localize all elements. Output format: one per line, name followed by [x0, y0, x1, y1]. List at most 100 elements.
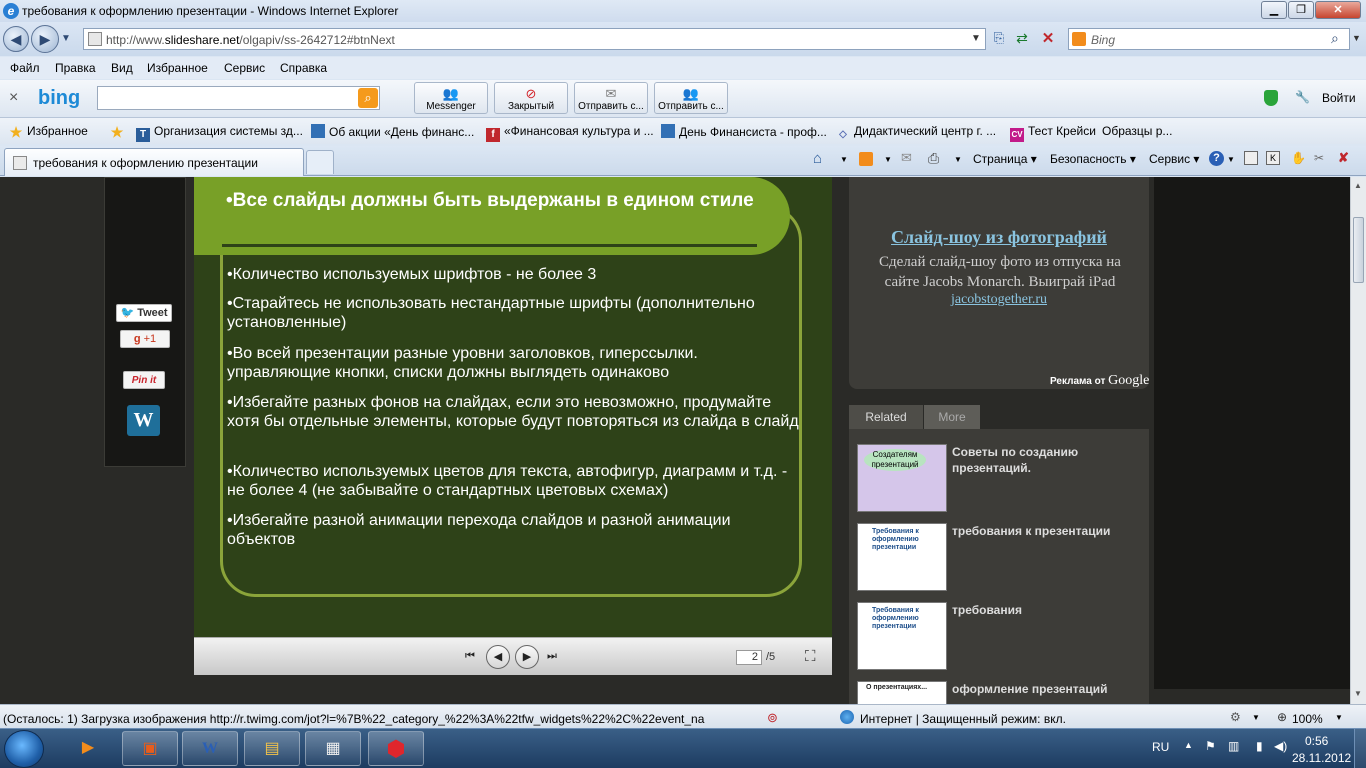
search-options-icon[interactable]: ▼ [1352, 33, 1361, 43]
fullscreen-icon[interactable]: ⛶ [805, 648, 816, 665]
toolbar-send-mail-button[interactable]: ✉ Отправить с... [574, 82, 648, 114]
media-player-icon[interactable]: ▶ [60, 731, 116, 766]
tweet-button[interactable]: 🐦 Tweet [116, 304, 172, 322]
ad-url-link[interactable]: jacobstogether.ru [849, 292, 1149, 308]
action-center-flag-icon[interactable]: ⚑ [1205, 739, 1216, 753]
home-icon[interactable]: ⌂ [813, 150, 822, 167]
home-dropdown-icon[interactable]: ▼ [840, 155, 848, 164]
shield-icon[interactable] [1264, 90, 1278, 106]
scroll-up-icon[interactable]: ▲ [1354, 181, 1362, 190]
address-bar[interactable]: http://www.slideshare.net/olgapiv/ss-264… [83, 28, 986, 50]
related-item[interactable]: Создателям презентаций Советы по создани… [857, 444, 1147, 514]
scroll-down-icon[interactable]: ▼ [1354, 689, 1362, 698]
forward-button[interactable]: ▶ [31, 25, 59, 53]
toolbar-messenger-button[interactable]: 👥 Messenger [414, 82, 488, 114]
search-icon[interactable]: ⌕ [1331, 30, 1339, 47]
menu-file[interactable]: Файл [10, 61, 40, 75]
word-icon[interactable]: W [182, 731, 238, 766]
scroll-thumb[interactable] [1353, 217, 1364, 283]
privacy-icon[interactable]: ⊚ [767, 710, 778, 726]
rss-icon[interactable] [859, 152, 873, 166]
tools-addon-icon[interactable]: ✂ [1314, 151, 1324, 165]
opera-icon[interactable]: ⬢ [368, 731, 424, 766]
stop-icon[interactable]: ✕ [1039, 29, 1057, 47]
menu-view[interactable]: Вид [111, 61, 133, 75]
history-dropdown-icon[interactable]: ▼ [61, 33, 71, 44]
rss-dropdown-icon[interactable]: ▼ [884, 155, 892, 164]
hand-addon-icon[interactable]: ✋ [1291, 151, 1306, 165]
start-button[interactable] [4, 730, 44, 768]
menu-edit[interactable]: Правка [55, 61, 96, 75]
menu-tools[interactable]: Сервис [224, 61, 265, 75]
clock-time[interactable]: 0:56 [1305, 734, 1328, 748]
toolbar-send-messenger-button[interactable]: 👥 Отправить с... [654, 82, 728, 114]
first-slide-icon[interactable]: ⏮ [465, 650, 475, 663]
favorite-link-2[interactable]: Об акции «День финанс... [311, 124, 474, 139]
menu-favorites[interactable]: Избранное [147, 61, 208, 75]
tab-active[interactable]: требования к оформлению презентации [4, 148, 304, 176]
minimize-button[interactable]: ▁ [1261, 1, 1287, 19]
close-toolbar-icon[interactable]: × [9, 89, 18, 107]
slide-page-input[interactable]: 2 [736, 650, 762, 665]
vertical-scrollbar[interactable]: ▲ ▼ [1350, 177, 1366, 704]
bing-search-button[interactable]: ⌕ [358, 88, 378, 108]
favorite-link-1[interactable]: T Организация системы зд... [136, 124, 303, 142]
zoom-dropdown-icon[interactable]: ▼ [1335, 713, 1343, 722]
favorite-link-7[interactable]: Образцы р... [1102, 124, 1172, 138]
protected-dropdown-icon[interactable]: ▼ [1252, 713, 1260, 722]
last-slide-icon[interactable]: ⏭ [547, 650, 557, 663]
clock-date[interactable]: 28.11.2012 [1292, 751, 1351, 765]
maximize-button[interactable]: ❐ [1288, 1, 1314, 19]
pinit-button[interactable]: Pin it [123, 371, 165, 389]
print-icon[interactable]: ⎙ [928, 150, 939, 167]
address-dropdown-icon[interactable]: ▼ [971, 33, 981, 44]
favorite-link-5[interactable]: ◇ Дидактический центр г. ... [836, 124, 996, 142]
page-menu[interactable]: Страница ▾ [973, 152, 1037, 166]
favorite-link-4[interactable]: День Финансиста - проф... [661, 124, 827, 139]
explorer-folder-icon[interactable]: ▤ [244, 731, 300, 766]
favorite-link-3[interactable]: f «Финансовая культура и ... [486, 124, 654, 142]
print-dropdown-icon[interactable]: ▼ [954, 155, 962, 164]
signin-button[interactable]: Войти [1322, 91, 1356, 105]
battery-icon[interactable]: ▮ [1256, 739, 1263, 753]
add-favorite-button[interactable]: ★ [110, 124, 128, 139]
language-indicator[interactable]: RU [1152, 740, 1169, 754]
safety-menu[interactable]: Безопасность ▾ [1050, 152, 1136, 166]
show-desktop-button[interactable] [1354, 729, 1366, 768]
google-plus-button[interactable]: g +1 [120, 330, 170, 348]
read-mail-icon[interactable]: ✉ [901, 150, 912, 166]
search-box[interactable]: Bing ⌕ [1068, 28, 1350, 50]
zoom-level[interactable]: 100% [1292, 712, 1323, 726]
bing-search-input[interactable] [97, 86, 380, 110]
network-icon[interactable]: ▥ [1228, 739, 1239, 753]
tab-related[interactable]: Related [849, 405, 923, 429]
next-slide-button[interactable]: ▶ [515, 645, 539, 669]
refresh-icon[interactable]: ⇄ [1013, 30, 1031, 48]
help-icon[interactable]: ? [1209, 151, 1224, 166]
compat-view-icon[interactable]: ⎘ [990, 30, 1008, 48]
volume-icon[interactable]: ◀) [1274, 739, 1287, 753]
related-item[interactable]: Требования к оформлению презентации треб… [857, 523, 1147, 593]
menu-help[interactable]: Справка [280, 61, 327, 75]
new-tab-button[interactable] [306, 150, 334, 174]
tab-more[interactable]: More [924, 405, 980, 429]
blocked-addon-icon[interactable]: ✘ [1338, 150, 1349, 166]
wrench-icon[interactable]: 🔧 [1295, 90, 1310, 104]
document-viewer-icon[interactable]: ▦ [305, 731, 361, 766]
previous-slide-button[interactable]: ◀ [486, 645, 510, 669]
ad-title-link[interactable]: Слайд-шоу из фотографий [849, 227, 1149, 248]
show-hidden-icons[interactable]: ▲ [1184, 740, 1193, 750]
toolbar-private-button[interactable]: ⊘ Закрытый [494, 82, 568, 114]
ad-label[interactable]: Реклама от Google [1050, 373, 1149, 389]
powerpoint-icon[interactable]: ▣ [122, 731, 178, 766]
close-window-button[interactable]: ✕ [1315, 1, 1361, 19]
related-item[interactable]: Требования к оформлению презентации треб… [857, 602, 1147, 672]
wordpress-icon[interactable]: W [127, 405, 160, 436]
related-item[interactable]: О презентациях... оформление презентаций [857, 681, 1147, 704]
tools-menu[interactable]: Сервис ▾ [1149, 152, 1199, 166]
favorites-button[interactable]: ★ Избранное [9, 124, 88, 139]
protected-mode-icon[interactable]: ⚙ [1230, 710, 1241, 724]
help-dropdown-icon[interactable]: ▼ [1227, 155, 1235, 164]
favorite-link-6[interactable]: CV Тест Крейси [1010, 124, 1096, 142]
zoom-icon[interactable]: ⊕ [1277, 710, 1287, 724]
